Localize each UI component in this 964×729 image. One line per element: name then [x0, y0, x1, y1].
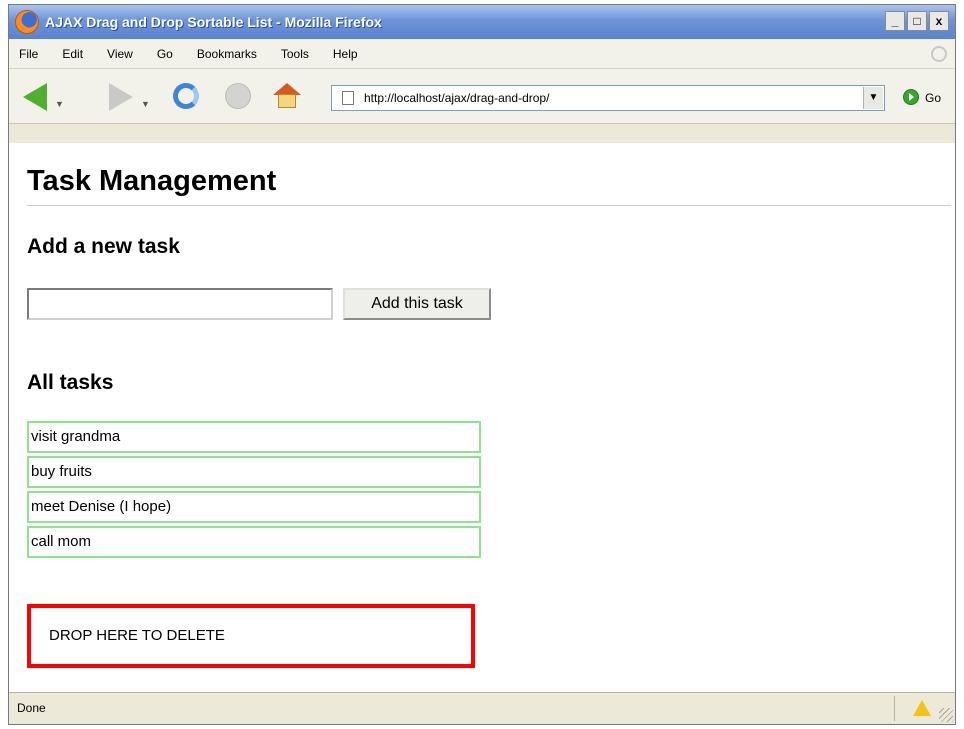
url-bar[interactable]: http://localhost/ajax/drag-and-drop/ ▼ — [331, 85, 885, 111]
new-task-input[interactable] — [27, 288, 333, 320]
minimize-button[interactable]: _ — [885, 11, 905, 31]
stop-icon[interactable] — [225, 83, 251, 109]
window-controls: _ □ x — [885, 11, 949, 31]
throbber-icon — [931, 46, 947, 62]
menu-file[interactable]: File — [19, 47, 38, 61]
menu-tools[interactable]: Tools — [281, 47, 309, 61]
maximize-button[interactable]: □ — [907, 11, 927, 31]
browser-window: AJAX Drag and Drop Sortable List - Mozil… — [8, 4, 956, 725]
title-divider — [27, 205, 951, 206]
window-title: AJAX Drag and Drop Sortable List - Mozil… — [45, 14, 382, 30]
page-icon — [342, 91, 354, 105]
task-list: visit grandma buy fruits meet Denise (I … — [27, 421, 481, 561]
page-content: Task Management Add a new task Add this … — [9, 143, 955, 695]
home-icon[interactable] — [273, 83, 301, 109]
menu-bookmarks[interactable]: Bookmarks — [197, 47, 257, 61]
warning-icon[interactable] — [913, 700, 931, 716]
task-item[interactable]: meet Denise (I hope) — [27, 491, 481, 523]
task-item[interactable]: call mom — [27, 526, 481, 558]
status-bar: Done — [9, 692, 955, 724]
menu-go[interactable]: Go — [157, 47, 173, 61]
menu-edit[interactable]: Edit — [62, 47, 83, 61]
forward-dropdown-icon[interactable]: ▼ — [141, 99, 150, 109]
add-task-heading: Add a new task — [27, 235, 180, 258]
close-button[interactable]: x — [929, 11, 949, 31]
add-task-button[interactable]: Add this task — [343, 288, 491, 320]
resize-grip-icon[interactable] — [939, 708, 953, 722]
firefox-logo-icon — [15, 10, 39, 34]
url-text[interactable]: http://localhost/ajax/drag-and-drop/ — [364, 91, 549, 105]
url-dropdown-icon[interactable]: ▼ — [863, 87, 883, 109]
status-divider — [894, 696, 895, 721]
back-dropdown-icon[interactable]: ▼ — [55, 99, 64, 109]
delete-drop-zone[interactable]: DROP HERE TO DELETE — [27, 604, 475, 668]
go-icon[interactable] — [903, 89, 919, 105]
navigation-toolbar: ▼ ▼ http://localhost/ajax/drag-and-drop/… — [9, 69, 955, 124]
reload-icon[interactable] — [173, 83, 199, 109]
status-text: Done — [17, 701, 46, 715]
title-bar: AJAX Drag and Drop Sortable List - Mozil… — [9, 5, 955, 39]
task-item[interactable]: visit grandma — [27, 421, 481, 453]
back-arrow-icon[interactable] — [23, 83, 47, 111]
task-item[interactable]: buy fruits — [27, 456, 481, 488]
menu-view[interactable]: View — [107, 47, 133, 61]
all-tasks-heading: All tasks — [27, 371, 114, 394]
menu-bar: File Edit View Go Bookmarks Tools Help — [9, 39, 955, 69]
menu-help[interactable]: Help — [333, 47, 358, 61]
go-button-label[interactable]: Go — [925, 91, 941, 105]
page-title: Task Management — [27, 165, 277, 197]
forward-arrow-icon[interactable] — [109, 83, 133, 111]
